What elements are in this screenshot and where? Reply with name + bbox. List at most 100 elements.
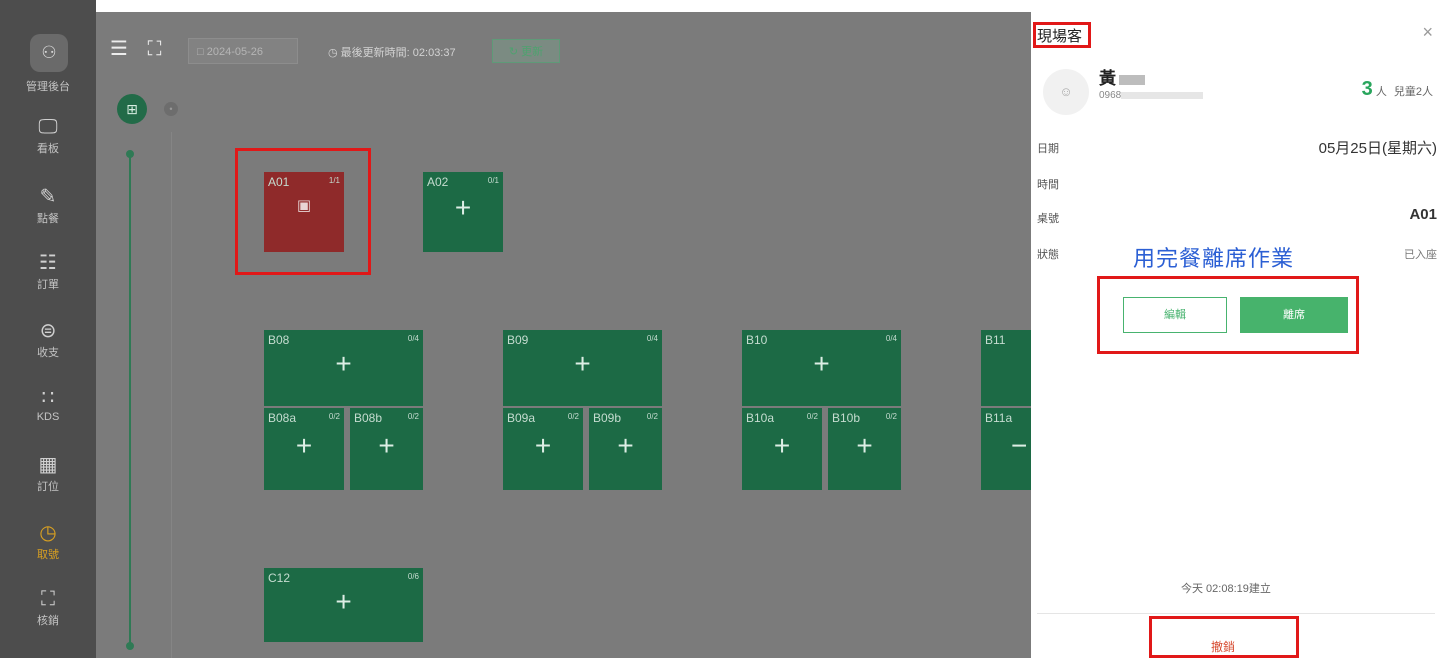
pencil-icon: ✎	[39, 186, 57, 208]
leave-button[interactable]: 離席	[1240, 297, 1348, 333]
customer-name: 黃	[1099, 64, 1145, 89]
timeline	[129, 154, 131, 648]
close-icon[interactable]: ×	[1422, 22, 1433, 43]
table-B09[interactable]: B09 0/4 +	[503, 330, 662, 406]
sidebar-item-label: 核銷	[37, 615, 59, 627]
sidebar-item-verify[interactable]: ⛶ 核銷	[0, 586, 96, 628]
info-icon[interactable]: •	[164, 102, 178, 116]
refresh-icon: ↻	[508, 46, 519, 58]
add-icon: +	[335, 348, 352, 379]
table-capacity: 0/4	[646, 334, 658, 343]
table-B08[interactable]: B08 0/4 +	[264, 330, 423, 406]
sidebar-item-dashboard[interactable]: 🖵 看板	[0, 114, 96, 156]
add-table-button[interactable]: ⊞	[117, 94, 147, 124]
calendar-icon: ▦	[38, 454, 58, 476]
table-code: B08b	[354, 411, 383, 425]
table-C12[interactable]: C12 0/6 +	[264, 568, 423, 642]
sidebar-item-label: 取號	[37, 549, 59, 561]
money-icon: ⊜	[39, 320, 57, 342]
admin-avatar-icon[interactable]: ⚇	[30, 34, 68, 72]
table-value: A01	[1409, 206, 1437, 223]
clock-icon: ◷	[328, 47, 338, 59]
cancel-button[interactable]: 撤銷	[1211, 638, 1235, 655]
table-label: 桌號	[1037, 213, 1059, 225]
table-B10b[interactable]: B10b 0/2 +	[828, 408, 901, 490]
phone-text: 0968	[1099, 90, 1122, 101]
timeline-end-dot	[126, 642, 134, 650]
date-picker[interactable]: □ 2024-05-26	[188, 38, 298, 64]
add-icon: +	[574, 348, 591, 379]
refresh-label: 更新	[521, 46, 544, 58]
clipboard-icon: ☷	[39, 252, 57, 274]
table-code: B09b	[593, 411, 622, 425]
table-code: B11	[985, 333, 1006, 347]
calendar-icon: □	[197, 46, 204, 58]
edit-button[interactable]: 編輯	[1123, 297, 1227, 333]
add-icon: −	[1011, 430, 1028, 461]
add-icon: +	[534, 430, 552, 461]
sidebar-item-finance[interactable]: ⊜ 收支	[0, 318, 96, 360]
table-capacity: 0/2	[328, 412, 340, 421]
sidebar-item-kds[interactable]: ∷ KDS	[0, 385, 96, 423]
table-B11a[interactable]: B11a −	[981, 408, 1031, 490]
sidebar-item-reservation[interactable]: ▦ 訂位	[0, 452, 96, 494]
date-value: 2024-05-26	[206, 46, 263, 58]
sidebar-item-orders[interactable]: ☷ 訂單	[0, 250, 96, 292]
toolbar-icons: ☰ ⛶	[110, 36, 162, 61]
user-avatar-icon: ☺	[1043, 69, 1089, 115]
table-B11[interactable]: B11	[981, 330, 1031, 406]
sidebar-item-label: 點餐	[37, 213, 59, 225]
table-code: B08	[268, 333, 290, 347]
add-icon: +	[295, 430, 313, 461]
table-B09a[interactable]: B09a 0/2 +	[503, 408, 583, 490]
table-A02[interactable]: A02 0/1 +	[423, 172, 503, 252]
add-icon: +	[335, 586, 352, 617]
sidebar-item-order[interactable]: ✎ 點餐	[0, 184, 96, 226]
table-code: A02	[427, 175, 449, 189]
scan-icon: ⛶	[41, 588, 55, 610]
table-code: B09	[507, 333, 529, 347]
sidebar-item-label: 收支	[37, 347, 59, 359]
grid-dots-icon: ∷	[41, 387, 55, 409]
highlight-title	[1033, 22, 1091, 48]
reservation-drawer: 現場客 × ☺ 黃 0968 3 人 兒童2人 日期 05月25日(星期六) 時…	[1031, 0, 1441, 658]
sidebar-item-label: KDS	[36, 411, 60, 423]
sidebar-admin-label[interactable]: 管理後台	[0, 78, 96, 94]
sidebar: ⚇ 管理後台 🖵 看板 ✎ 點餐 ☷ 訂單 ⊜ 收支 ∷ KDS ▦ 訂位 ◷ …	[0, 0, 96, 658]
table-code: B10b	[832, 411, 861, 425]
table-B08b[interactable]: B08b 0/2 +	[350, 408, 423, 490]
table-code: C12	[268, 571, 291, 585]
sidebar-item-queue[interactable]: ◷ 取號	[0, 520, 96, 562]
status-label: 狀態	[1037, 249, 1059, 261]
phone-redaction	[1121, 91, 1204, 99]
table-capacity: 0/2	[885, 412, 897, 421]
sidebar-item-label: 訂位	[37, 481, 59, 493]
sidebar-item-label: 看板	[37, 143, 59, 155]
annotation-text: 用完餐離席作業	[1133, 246, 1295, 271]
collapse-menu-icon[interactable]: ☰	[110, 38, 128, 60]
table-code: B11a	[985, 411, 1013, 425]
time-label: 時間	[1037, 179, 1059, 191]
party-count: 3	[1361, 78, 1373, 100]
table-capacity: 0/6	[407, 572, 419, 581]
party-unit: 人	[1375, 86, 1387, 98]
table-capacity: 0/4	[885, 334, 897, 343]
created-time: 今天 02:08:19建立	[1181, 583, 1271, 595]
fullscreen-icon[interactable]: ⛶	[148, 38, 162, 60]
add-icon: +	[378, 430, 395, 461]
divider	[171, 132, 172, 658]
timeline-start-dot	[126, 150, 134, 158]
table-B10[interactable]: B10 0/4 +	[742, 330, 901, 406]
refresh-button[interactable]: ↻ 更新	[492, 39, 560, 63]
add-icon: +	[856, 430, 873, 461]
table-capacity: 0/2	[806, 412, 818, 421]
party-size: 3 人 兒童2人	[1362, 78, 1433, 101]
table-code: B08a	[268, 411, 297, 425]
children-count: 兒童2人	[1393, 86, 1433, 98]
divider	[1037, 613, 1435, 614]
table-B08a[interactable]: B08a 0/2 +	[264, 408, 344, 490]
name-redaction	[1119, 74, 1145, 85]
table-B10a[interactable]: B10a 0/2 +	[742, 408, 822, 490]
table-B09b[interactable]: B09b 0/2 +	[589, 408, 662, 490]
status-value: 已入座	[1404, 249, 1437, 261]
